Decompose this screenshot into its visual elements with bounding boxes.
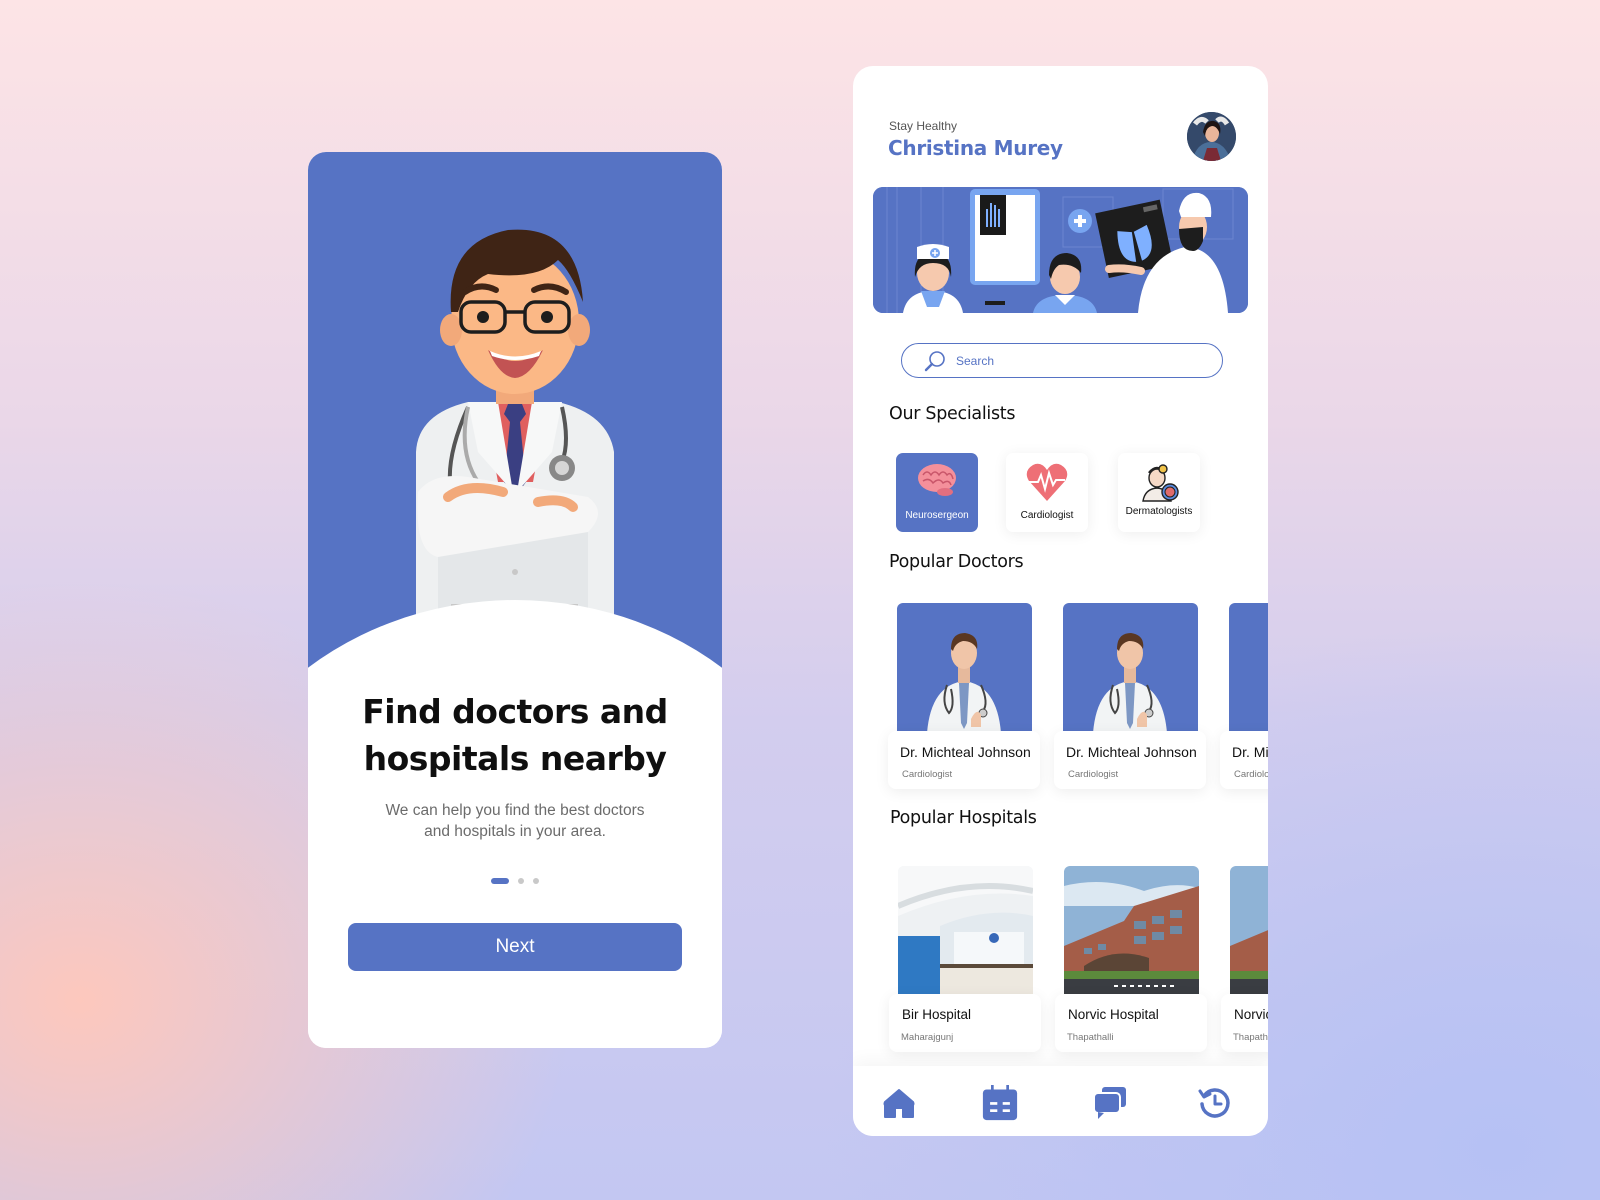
doctor-card[interactable]: Dr. Michteal Johnson Cardiologist	[888, 603, 1040, 793]
onboarding-title: Find doctors and hospitals nearby	[308, 688, 722, 782]
doctor-role: Cardiologist	[1068, 769, 1119, 780]
nav-messages[interactable]	[1092, 1084, 1128, 1122]
brain-icon	[918, 464, 956, 496]
hospital-building-image	[1230, 866, 1268, 996]
user-name: Christina Murey	[888, 136, 1063, 160]
doctor-photo	[1063, 603, 1198, 733]
hospital-card[interactable]: Norvic Hospital Thapathalli	[1055, 866, 1207, 1056]
bottom-nav	[853, 1066, 1268, 1136]
page-dot-2[interactable]	[518, 878, 524, 884]
doctor-info: Dr. Michteal Johnson Cardiologist	[1054, 731, 1206, 789]
hospital-location: Maharajgunj	[901, 1032, 954, 1043]
popular-doctors-title: Popular Doctors	[889, 552, 1024, 572]
greeting-text: Stay Healthy	[889, 119, 958, 133]
doctor-role: Cardiologist	[1234, 769, 1268, 780]
hospital-location: Thapathalli	[1233, 1032, 1268, 1043]
history-icon	[1198, 1088, 1230, 1118]
specialist-card-neurosurgeon[interactable]: Neurosergeon	[896, 453, 978, 532]
hospital-info: Norvic Hospital Thapathalli	[1055, 994, 1207, 1052]
home-icon	[883, 1089, 915, 1118]
hospital-name: Norvic Hospital	[1234, 1007, 1268, 1022]
medical-staff-xray-illustration	[873, 187, 1248, 313]
nav-appointments[interactable]	[982, 1084, 1018, 1122]
doctor-name: Dr. Michteal Johnson	[1232, 744, 1268, 760]
banner[interactable]	[873, 187, 1248, 313]
specialists-title: Our Specialists	[889, 404, 1016, 424]
specialist-label: Neurosergeon	[905, 510, 969, 521]
hospital-name: Norvic Hospital	[1068, 1007, 1159, 1022]
doctor-info: Dr. Michteal Johnson Cardiologist	[1220, 731, 1268, 789]
hospital-photo	[1064, 866, 1199, 996]
doctor-portrait-icon	[927, 633, 1001, 733]
doctor-card[interactable]: Dr. Michteal Johnson Cardiologist	[1054, 603, 1206, 793]
page-indicator	[308, 878, 722, 884]
nav-home[interactable]	[881, 1084, 917, 1122]
avatar[interactable]	[1187, 112, 1236, 161]
hospital-card[interactable]: Bir Hospital Maharajgunj	[889, 866, 1041, 1056]
page-dot-3[interactable]	[533, 878, 539, 884]
popular-hospitals-title: Popular Hospitals	[890, 808, 1037, 828]
subtitle-line-1: We can help you find the best doctors	[385, 802, 645, 819]
doctor-portrait-icon	[1093, 633, 1167, 733]
doctor-name: Dr. Michteal Johnson	[1066, 744, 1197, 760]
hospital-card[interactable]: Norvic Hospital Thapathalli	[1221, 866, 1268, 1056]
chat-icon	[1093, 1087, 1126, 1119]
doctor-card[interactable]: Dr. Michteal Johnson Cardiologist	[1220, 603, 1268, 793]
dermatologist-icon	[1142, 464, 1179, 502]
specialist-label: Cardiologist	[1020, 510, 1074, 521]
hospital-photo	[1230, 866, 1268, 996]
doctor-role: Cardiologist	[902, 769, 953, 780]
specialist-label: Dermatologists	[1125, 506, 1193, 517]
doctor-name: Dr. Michteal Johnson	[900, 744, 1031, 760]
hospital-name: Bir Hospital	[902, 1007, 972, 1022]
doctor-photo	[1229, 603, 1268, 733]
user-avatar-photo	[1187, 112, 1236, 161]
search-icon	[924, 350, 945, 371]
hospital-interior-image	[898, 866, 1033, 996]
doctor-info: Dr. Michteal Johnson Cardiologist	[888, 731, 1040, 789]
search-bar[interactable]	[901, 343, 1223, 378]
page-dot-1[interactable]	[491, 878, 509, 884]
specialist-card-cardiologist[interactable]: Cardiologist	[1006, 453, 1088, 532]
home-screen: Stay Healthy Christina Murey Search Our …	[853, 66, 1268, 1136]
subtitle-line-2: and hospitals in your area.	[424, 823, 606, 840]
heart-pulse-icon	[1026, 463, 1068, 501]
hospital-info: Bir Hospital Maharajgunj	[889, 994, 1041, 1052]
title-line-1: Find doctors and	[362, 692, 668, 731]
onboarding-screen: Find doctors and hospitals nearby We can…	[308, 152, 722, 1048]
nav-history[interactable]	[1197, 1084, 1233, 1122]
hospital-building-image	[1064, 866, 1199, 996]
onboarding-subtitle: We can help you find the best doctors an…	[308, 800, 722, 842]
hospital-photo	[898, 866, 1033, 996]
title-line-2: hospitals nearby	[363, 739, 667, 778]
next-button[interactable]: Next	[348, 923, 682, 971]
doctor-photo	[897, 603, 1032, 733]
hospital-location: Thapathalli	[1067, 1032, 1114, 1043]
calendar-icon	[982, 1085, 1018, 1121]
hospital-info: Norvic Hospital Thapathalli	[1221, 994, 1268, 1052]
specialist-card-dermatologists[interactable]: Dermatologists	[1118, 453, 1200, 532]
search-input[interactable]	[956, 353, 1196, 368]
